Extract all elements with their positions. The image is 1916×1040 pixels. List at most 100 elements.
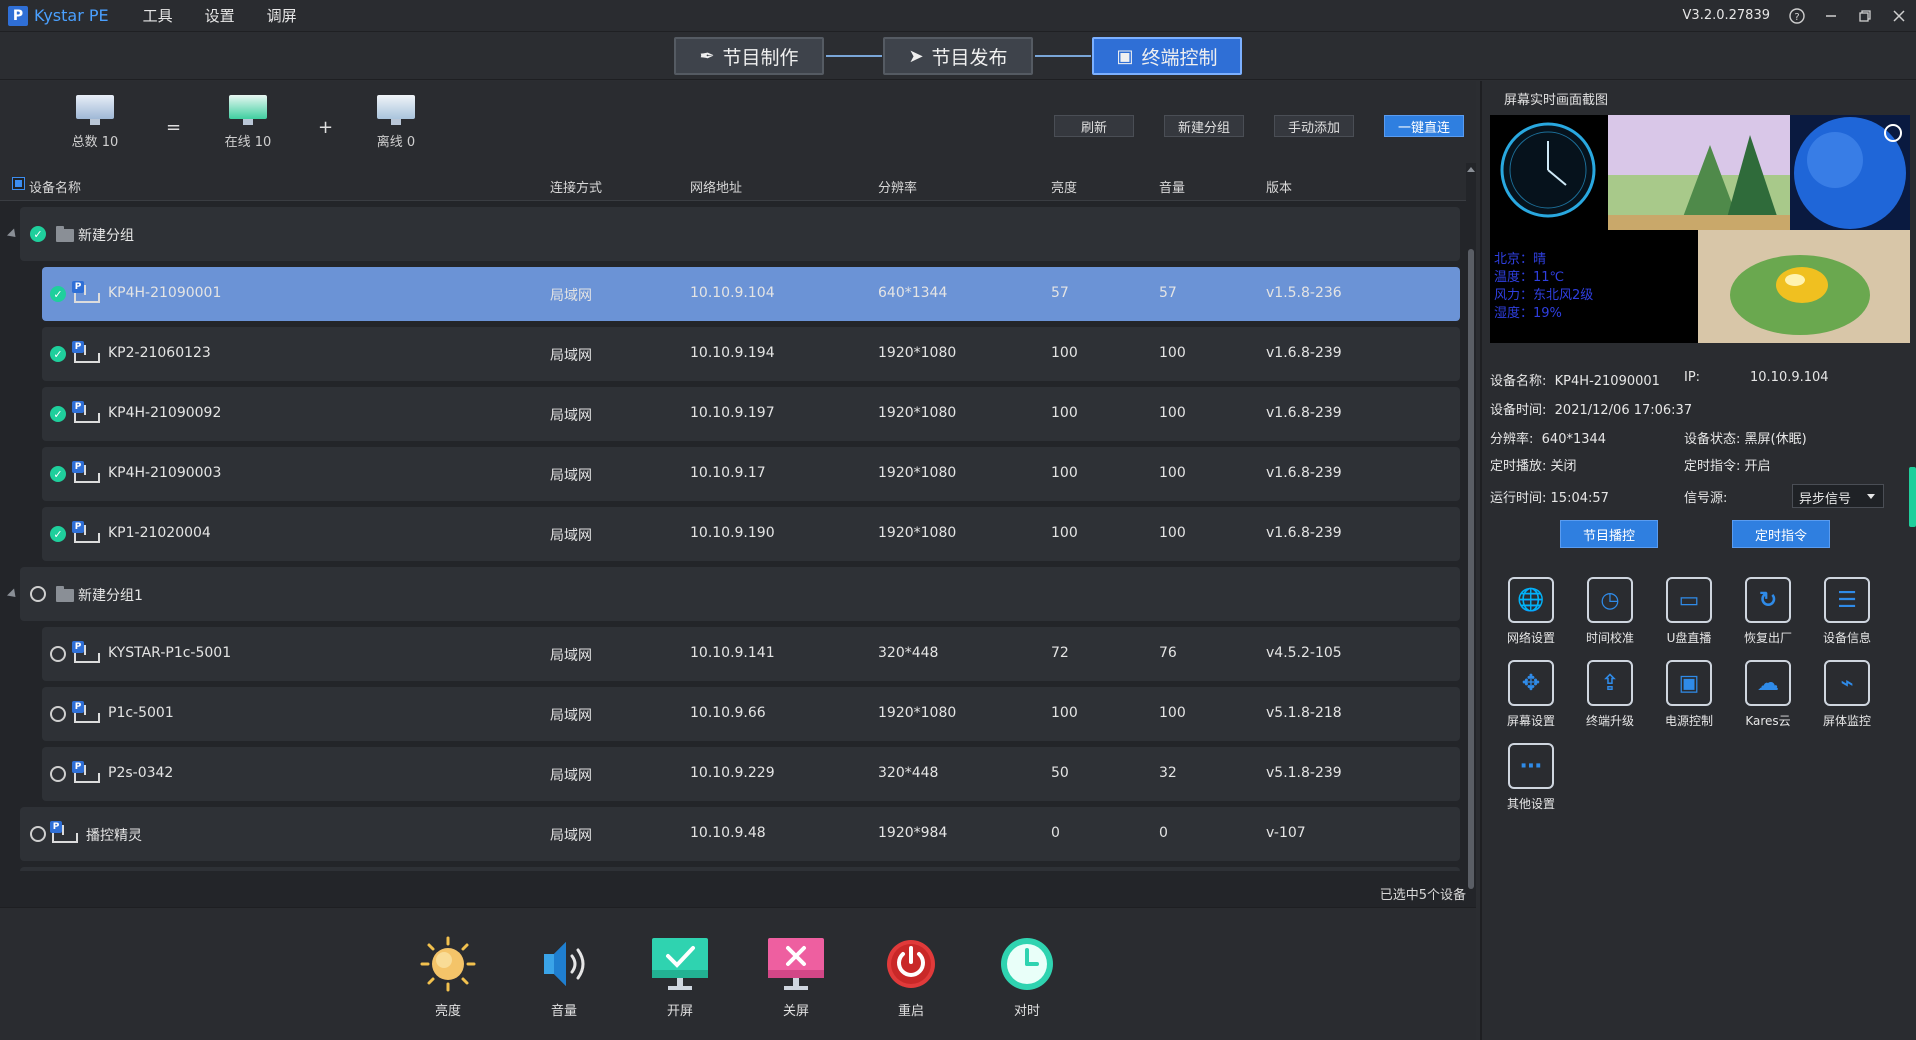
player-device-icon: P xyxy=(72,521,100,543)
step-terminal-control[interactable]: ▣ 终端控制 xyxy=(1092,37,1242,75)
scheduled-command-info: 定时指令: 开启 xyxy=(1684,459,1771,474)
row-checkbox[interactable] xyxy=(30,586,46,602)
header-version[interactable]: 版本 xyxy=(1266,177,1292,196)
tool-move[interactable]: ✥ 屏幕设置 xyxy=(1498,660,1564,729)
row-checkbox[interactable] xyxy=(50,766,66,782)
step-program-publish[interactable]: ➤ 节目发布 xyxy=(883,37,1033,75)
tool-reset[interactable]: ↻ 恢复出厂 xyxy=(1735,577,1801,646)
device-row[interactable]: ✓ P KP4H-21090003 局域网 10.10.9.17 1920*1080 100… xyxy=(42,447,1460,501)
scroll-up-icon[interactable] xyxy=(1467,167,1475,172)
direct-connect-button[interactable]: 一键直连 xyxy=(1384,115,1464,137)
device-row[interactable]: P KYSTAR-P1c-5001 局域网 10.10.9.141 320*448 72 7… xyxy=(42,627,1460,681)
tool-label: U盘直播 xyxy=(1666,631,1712,645)
player-device-icon: P xyxy=(72,761,100,783)
row-checkbox[interactable]: ✓ xyxy=(50,406,66,422)
device-name: KP4H-21090003 xyxy=(108,465,222,481)
tool-more[interactable]: ⋯ 其他设置 xyxy=(1498,743,1564,812)
menu-settings[interactable]: 设置 xyxy=(205,5,235,26)
step-program-making[interactable]: ✒ 节目制作 xyxy=(674,37,824,75)
help-icon[interactable]: ? xyxy=(1785,4,1809,28)
action-label: 音量 xyxy=(550,1004,577,1019)
tool-usb[interactable]: ▭ U盘直播 xyxy=(1656,577,1722,646)
tool-monitor-chart[interactable]: ⌁ 屏体监控 xyxy=(1814,660,1880,729)
volume-button[interactable]: 音量 xyxy=(524,934,604,1019)
device-brightness: 0 xyxy=(1051,825,1060,841)
brightness-button[interactable]: 亮度 xyxy=(408,934,488,1019)
refresh-button[interactable]: 刷新 xyxy=(1054,115,1134,137)
step-label: 节目制作 xyxy=(722,46,799,69)
offline-count: 离线 0 xyxy=(376,135,416,150)
menu-tools[interactable]: 工具 xyxy=(143,5,173,26)
edge-tab[interactable] xyxy=(1909,467,1916,527)
group-row[interactable]: 新建分组1 xyxy=(6,567,1460,621)
row-checkbox[interactable]: ✓ xyxy=(50,526,66,542)
scroll-thumb[interactable] xyxy=(1468,249,1474,889)
device-version: v1.6.8-239 xyxy=(1266,465,1342,481)
expand-triangle-icon[interactable] xyxy=(6,228,20,241)
clock-icon xyxy=(995,934,1059,994)
header-device-name[interactable]: 设备名称 xyxy=(29,177,81,196)
schedule-command-button[interactable]: 定时指令 xyxy=(1732,520,1830,548)
header-volume[interactable]: 音量 xyxy=(1159,177,1185,196)
row-checkbox[interactable] xyxy=(50,646,66,662)
tool-label: 恢复出厂 xyxy=(1743,631,1792,645)
menu-screen-adjust[interactable]: 调屏 xyxy=(267,5,297,26)
device-row[interactable]: ✓ P KP1-21020004 局域网 10.10.9.190 1920*1080 100… xyxy=(42,507,1460,561)
group-row[interactable]: ✓ 新建分组 xyxy=(6,207,1460,261)
device-row[interactable]: P P1c-5001 局域网 10.10.9.66 1920*1080 100 100 v5.… xyxy=(42,687,1460,741)
monitor-offline-icon xyxy=(377,95,415,125)
program-control-button[interactable]: 节目播控 xyxy=(1560,520,1658,548)
manual-add-button[interactable]: 手动添加 xyxy=(1274,115,1354,137)
app-name: Kystar PE xyxy=(34,6,109,25)
monitor-total-icon xyxy=(76,95,114,125)
device-row[interactable]: ✓ P KP2-21060123 局域网 10.10.9.194 1920*1080 100… xyxy=(42,327,1460,381)
row-checkbox[interactable]: ✓ xyxy=(50,346,66,362)
header-connection[interactable]: 连接方式 xyxy=(550,177,602,196)
header-brightness[interactable]: 亮度 xyxy=(1051,177,1077,196)
scrollbar[interactable] xyxy=(1466,163,1476,953)
equals-sign: = xyxy=(166,117,182,138)
expand-triangle-icon[interactable] xyxy=(6,588,20,601)
app-version: V3.2.0.27839 xyxy=(1682,8,1770,23)
header-resolution[interactable]: 分辨率 xyxy=(878,177,917,196)
online-count: 在线 10 xyxy=(224,135,272,150)
device-ip: 10.10.9.197 xyxy=(690,405,775,421)
device-connection: 局域网 xyxy=(550,408,592,424)
row-checkbox[interactable]: ✓ xyxy=(50,466,66,482)
folder-icon xyxy=(56,586,74,602)
row-checkbox[interactable]: ✓ xyxy=(50,286,66,302)
new-group-button[interactable]: 新建分组 xyxy=(1164,115,1244,137)
tool-list[interactable]: ☰ 设备信息 xyxy=(1814,577,1880,646)
device-volume: 100 xyxy=(1159,345,1186,361)
tool-chip[interactable]: ▣ 电源控制 xyxy=(1656,660,1722,729)
restart-button[interactable]: 重启 xyxy=(871,934,951,1019)
row-checkbox[interactable]: ✓ xyxy=(30,226,46,242)
tool-clock[interactable]: ◷ 时间校准 xyxy=(1577,577,1643,646)
row-checkbox[interactable] xyxy=(50,706,66,722)
sun-icon xyxy=(416,934,480,994)
header-address[interactable]: 网络地址 xyxy=(690,177,742,196)
close-icon[interactable] xyxy=(1887,4,1911,28)
device-row[interactable]: P P2s-0342 局域网 10.10.9.229 320*448 50 32 v5.1.8… xyxy=(42,747,1460,801)
group-row[interactable] xyxy=(20,867,1460,871)
row-checkbox[interactable] xyxy=(30,826,46,842)
device-row[interactable]: ✓ P KP4H-21090092 局域网 10.10.9.197 1920*1080 10… xyxy=(42,387,1460,441)
screen-on-button[interactable]: 开屏 xyxy=(640,934,720,1019)
device-brightness: 72 xyxy=(1051,645,1069,661)
select-all-checkbox[interactable] xyxy=(12,177,25,190)
screen-off-button[interactable]: 关屏 xyxy=(756,934,836,1019)
restore-icon[interactable] xyxy=(1853,4,1877,28)
tool-globe[interactable]: 🌐 网络设置 xyxy=(1498,577,1564,646)
device-time-info: 设备时间: 2021/12/06 17:06:37 xyxy=(1490,403,1693,418)
weather-temp: 温度：11℃ xyxy=(1494,269,1564,285)
minimize-icon[interactable] xyxy=(1819,4,1843,28)
device-name: 播控精灵 xyxy=(86,828,142,844)
device-resolution: 1920*1080 xyxy=(878,705,957,721)
device-row[interactable]: ✓ P KP4H-21090001 局域网 10.10.9.104 640*1344 57 5… xyxy=(42,267,1460,321)
time-sync-button[interactable]: 对时 xyxy=(987,934,1067,1019)
signal-source-select[interactable]: 异步信号 xyxy=(1792,484,1884,508)
tool-cloud[interactable]: ☁ Kares云 xyxy=(1735,660,1801,729)
device-brightness: 100 xyxy=(1051,705,1078,721)
device-row[interactable]: P 播控精灵 局域网 10.10.9.48 1920*984 0 0 v-107 xyxy=(20,807,1460,861)
tool-upload[interactable]: ⇪ 终端升级 xyxy=(1577,660,1643,729)
